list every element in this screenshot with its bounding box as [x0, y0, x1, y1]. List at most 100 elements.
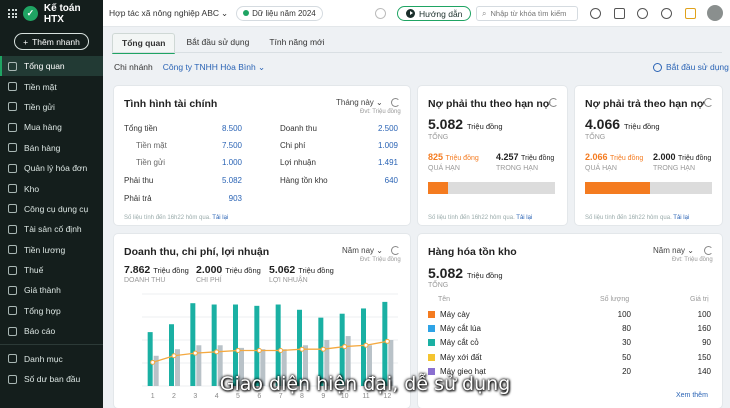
payable-total-caption: TỔNG: [585, 134, 606, 141]
sidebar-item[interactable]: Tổng hợp: [0, 301, 103, 321]
nav-item-icon: [8, 163, 17, 173]
sidebar-item[interactable]: Quản lý hóa đơn: [0, 158, 103, 178]
sidebar-item-label: Bán hàng: [24, 142, 61, 153]
stat-unit: Triệu đồng: [225, 266, 261, 275]
sidebar-item-label: Tiền lương: [24, 244, 66, 255]
receivable-title: Nợ phải thu theo hạn nợ: [428, 98, 551, 110]
logo-row: ✓ Kế toán HTX: [0, 0, 103, 27]
quick-add-label: Thêm nhanh: [32, 36, 80, 47]
sidebar-item[interactable]: Tiền gửi: [0, 97, 103, 117]
legend-swatch: [428, 339, 435, 347]
user-avatar[interactable]: [707, 5, 723, 21]
sidebar-item[interactable]: Thuế: [0, 260, 103, 280]
refresh-icon[interactable]: [391, 246, 400, 255]
inventory-period-select[interactable]: Năm nay ⌄: [653, 246, 694, 255]
revenue-stat-value: 7.862 Triệu đồng: [124, 264, 189, 276]
settings-icon[interactable]: [590, 8, 601, 19]
search-input[interactable]: [490, 9, 571, 18]
profit-point[interactable]: [171, 353, 177, 359]
sidebar-item[interactable]: Công cụ dụng cụ: [0, 199, 103, 219]
profit-point[interactable]: [384, 338, 390, 344]
sidebar-item[interactable]: Mua hàng: [0, 117, 103, 137]
profit-point[interactable]: [150, 359, 156, 365]
inventory-item-qty: 30: [622, 338, 631, 348]
revenue-stat-caption: DOANH THU: [124, 277, 166, 284]
finance-label: Tiền mặt: [136, 141, 167, 150]
profit-point[interactable]: [342, 344, 348, 350]
reload-link[interactable]: Tải lại: [673, 215, 689, 221]
sidebar-item[interactable]: Kho: [0, 178, 103, 198]
quick-add-button[interactable]: + Thêm nhanh: [14, 33, 89, 50]
inventory-item-qty: 50: [622, 352, 631, 362]
apps-grid-icon[interactable]: [8, 9, 17, 18]
sidebar-item[interactable]: Tiền mặt: [0, 76, 103, 96]
play-icon: [406, 9, 415, 18]
profit-point[interactable]: [235, 348, 241, 354]
sidebar-item[interactable]: Bán hàng: [0, 138, 103, 158]
sidebar: ✓ Kế toán HTX + Thêm nhanh Tổng quan Tiền …: [0, 0, 103, 408]
profit-point[interactable]: [256, 348, 262, 354]
finance-value: 2.500: [377, 124, 398, 133]
payable-title: Nợ phải trả theo hạn nợ: [585, 98, 705, 110]
revenue-unit: Đvt: Triệu đồng: [360, 257, 401, 263]
data-year-badge[interactable]: Dữ liệu năm 2024: [236, 5, 323, 21]
refresh-icon[interactable]: [549, 98, 558, 107]
finance-label: Lợi nhuận: [280, 158, 316, 167]
tab-item[interactable]: Tổng quan: [112, 33, 176, 54]
revenue-period-select[interactable]: Năm nay ⌄: [342, 246, 383, 255]
notification-bell-icon[interactable]: [614, 8, 625, 19]
org-selector[interactable]: Hợp tác xã nông nghiệp ABC ⌄: [109, 8, 228, 19]
revenue-stat-caption: LỢI NHUẬN: [269, 277, 308, 284]
info-icon[interactable]: [661, 8, 672, 19]
legend-swatch: [428, 325, 435, 333]
tab-item[interactable]: Tính năng mới: [260, 33, 333, 54]
search-box[interactable]: ⌕: [476, 6, 578, 21]
refresh-icon[interactable]: [704, 246, 713, 255]
download-icon[interactable]: [375, 8, 386, 19]
sidebar-item[interactable]: Báo cáo: [0, 321, 103, 341]
profit-point[interactable]: [299, 346, 305, 352]
sidebar-item-label: Kho: [24, 183, 40, 194]
inventory-title: Hàng hóa tồn kho: [428, 246, 517, 258]
finance-value: 640: [384, 176, 398, 185]
finance-period-select[interactable]: Tháng này ⌄: [336, 98, 383, 107]
receivable-total: 5.082 Triệu đồng: [428, 116, 503, 132]
receivable-total-caption: TỔNG: [428, 134, 449, 141]
play-circle-icon: [653, 62, 662, 72]
refresh-icon[interactable]: [391, 98, 400, 107]
sidebar-item[interactable]: Tài sản cố định: [0, 219, 103, 239]
profit-point[interactable]: [320, 346, 326, 352]
tab-item[interactable]: Bắt đầu sử dụng: [177, 33, 258, 54]
sidebar-item[interactable]: Danh mục: [0, 348, 103, 368]
sidebar-item-label: Tiền gửi: [24, 101, 55, 112]
sidebar-item[interactable]: Tiền lương: [0, 240, 103, 260]
sidebar-item[interactable]: Tổng quan: [0, 56, 103, 77]
reload-link[interactable]: Tải lại: [516, 215, 532, 221]
profit-point[interactable]: [192, 350, 198, 356]
nav-item-icon: [8, 285, 17, 295]
stat-unit: Triệu đồng: [153, 266, 189, 275]
profit-point[interactable]: [214, 349, 220, 355]
profit-point[interactable]: [363, 342, 369, 348]
sidebar-item[interactable]: Giá thành: [0, 280, 103, 300]
payable-card: Nợ phải trả theo hạn nợ 4.066 Triệu đồng…: [575, 86, 722, 225]
col-header-name: Tên: [438, 296, 451, 303]
payable-total: 4.066 Triệu đồng: [585, 116, 660, 132]
nav-item-icon: [8, 82, 17, 92]
refresh-icon[interactable]: [704, 98, 713, 107]
reload-link[interactable]: Tải lại: [212, 215, 228, 221]
stat-unit: Triệu đồng: [298, 266, 334, 275]
payable-overdue-fill: [585, 182, 650, 194]
finance-value: 5.082: [221, 176, 242, 185]
search-icon: ⌕: [482, 8, 487, 18]
guide-button[interactable]: Hướng dẫn: [397, 6, 472, 21]
help-icon[interactable]: [637, 8, 648, 19]
profit-point[interactable]: [278, 348, 284, 354]
sidebar-item-label: Giá thành: [24, 285, 61, 296]
start-using-link[interactable]: Bắt đầu sử dụng: [653, 62, 729, 72]
col-header-qty: Số lượng: [600, 296, 630, 303]
finance-label: Doanh thu: [280, 124, 317, 133]
gift-icon[interactable]: [685, 8, 696, 19]
branch-value[interactable]: Công ty TNHH Hòa Bình ⌄: [163, 62, 265, 73]
sidebar-item-label: Danh mục: [24, 353, 63, 364]
